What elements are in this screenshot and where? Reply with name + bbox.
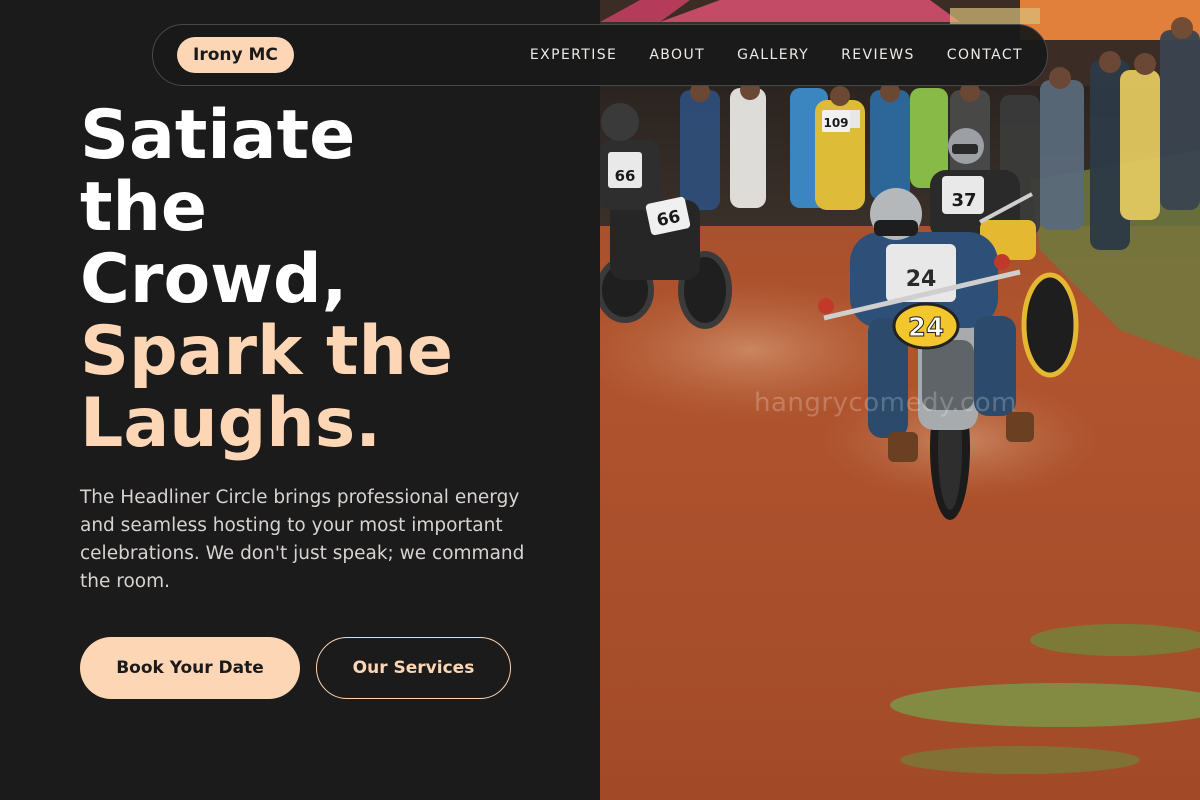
hero-description: The Headliner Circle brings professional…	[80, 487, 525, 592]
headline-accent-line: Laughs.	[80, 384, 382, 463]
svg-text:24: 24	[906, 267, 937, 292]
headline-line: Crowd,	[80, 240, 348, 319]
nav-link-expertise[interactable]: EXPERTISE	[530, 47, 617, 63]
nav-links: EXPERTISE ABOUT GALLERY REVIEWS CONTACT	[498, 25, 1023, 85]
brand-logo[interactable]: Irony MC	[177, 37, 294, 73]
headline-line: the	[80, 168, 208, 247]
top-navbar: Irony MC EXPERTISE ABOUT GALLERY REVIEWS…	[152, 24, 1048, 86]
svg-text:24: 24	[908, 313, 944, 343]
nav-link-reviews[interactable]: REVIEWS	[841, 47, 915, 63]
svg-text:37: 37	[951, 190, 976, 211]
book-your-date-button[interactable]: Book Your Date	[80, 637, 300, 699]
headline-line: Satiate	[80, 96, 356, 175]
nav-link-gallery[interactable]: GALLERY	[737, 47, 809, 63]
nav-link-contact[interactable]: CONTACT	[947, 47, 1023, 63]
svg-text:66: 66	[615, 167, 636, 185]
headline-accent-line: Spark the	[80, 312, 454, 391]
our-services-button[interactable]: Our Services	[316, 637, 511, 699]
hero-headline: Satiate the Crowd, Spark the Laughs.	[80, 100, 580, 460]
watermark: hangrycomedy.com	[754, 388, 1017, 418]
nav-link-about[interactable]: ABOUT	[649, 47, 705, 63]
svg-text:109: 109	[823, 116, 848, 130]
